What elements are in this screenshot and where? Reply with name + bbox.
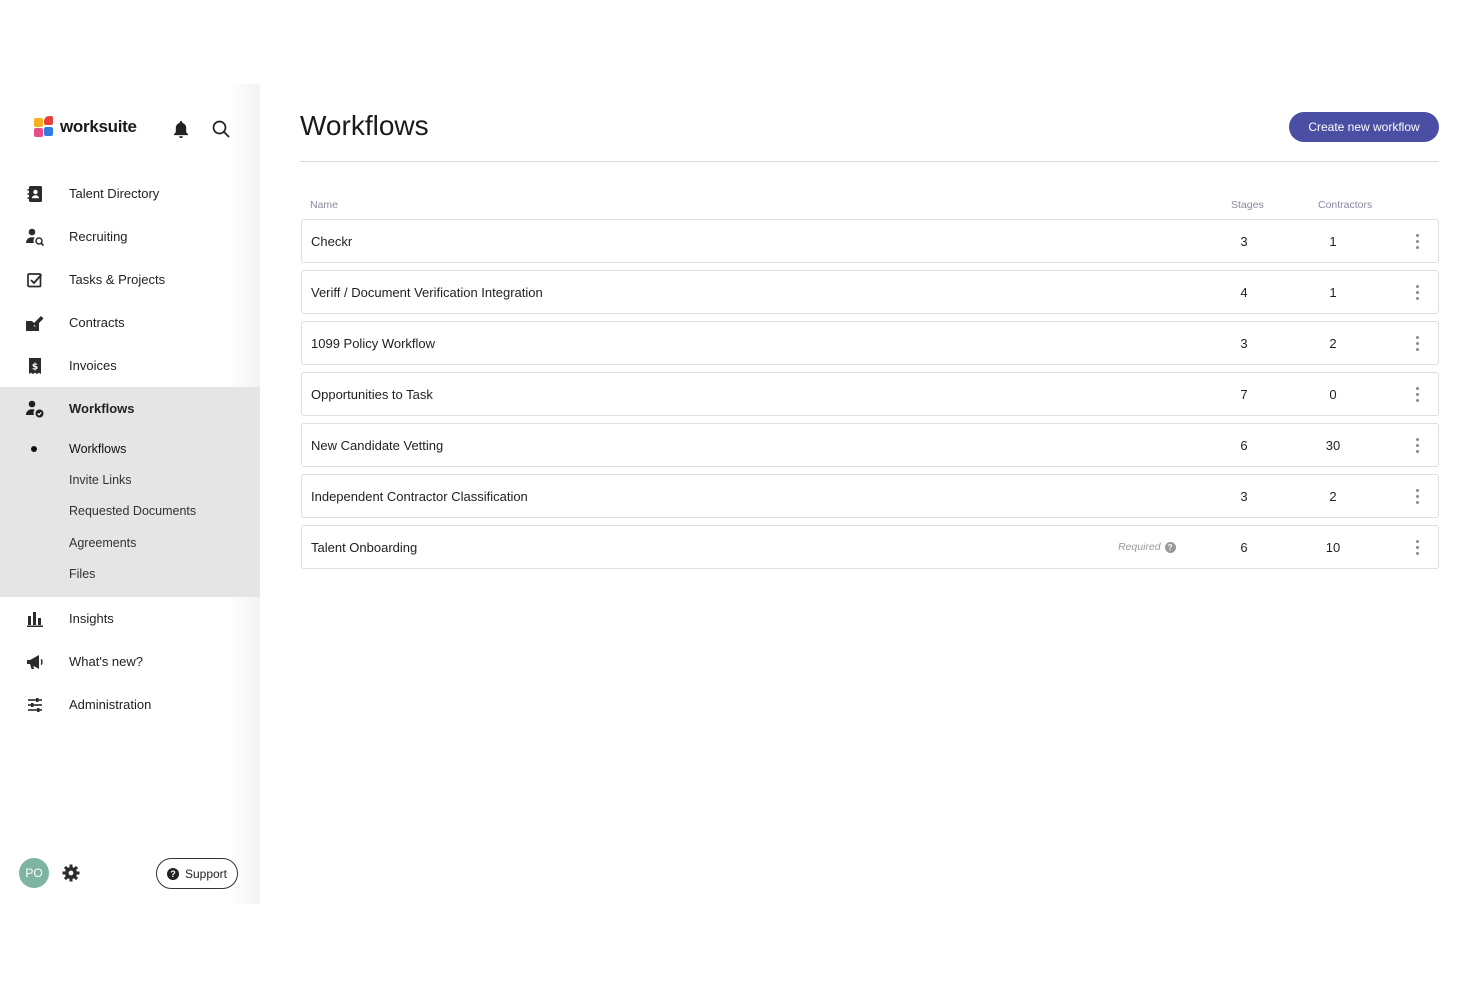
stages-count: 4: [1240, 284, 1248, 300]
dollar-receipt-icon: $: [24, 355, 46, 377]
workflow-table: Checkr 3 1 Veriff / Document Verificatio…: [301, 219, 1439, 576]
column-header-name[interactable]: Name: [310, 199, 338, 211]
page-title: Workflows: [300, 110, 429, 141]
sidebar-item-label: Insights: [69, 611, 114, 627]
bell-icon[interactable]: [170, 118, 192, 140]
contractors-count: 0: [1329, 386, 1337, 402]
signed-contract-icon: [24, 312, 46, 334]
bar-chart-icon: [24, 608, 46, 630]
more-options-icon[interactable]: [1411, 384, 1423, 404]
sidebar-item-insights[interactable]: Insights: [0, 597, 260, 640]
table-row[interactable]: Veriff / Document Verification Integrati…: [301, 270, 1439, 314]
contractors-count: 30: [1325, 437, 1341, 453]
sub-item-label: Workflows: [69, 441, 127, 456]
active-dot-indicator: [31, 445, 37, 452]
help-icon: ?: [166, 867, 179, 880]
workflow-name: Talent Onboarding: [311, 539, 418, 555]
sub-item-agreements[interactable]: Agreements: [0, 527, 260, 558]
sidebar: worksuite Talent Directory Recruiting Ta…: [0, 84, 260, 904]
sidebar-item-label: Tasks & Projects: [69, 272, 166, 287]
workflow-name: Opportunities to Task: [311, 386, 433, 402]
help-icon[interactable]: ?: [1164, 541, 1176, 553]
table-row[interactable]: 1099 Policy Workflow 3 2: [301, 321, 1439, 365]
workflow-name: Veriff / Document Verification Integrati…: [311, 284, 543, 300]
brand-name: worksuite: [60, 117, 137, 136]
sub-item-label: Invite Links: [69, 472, 132, 487]
more-options-icon[interactable]: [1411, 333, 1423, 353]
sub-item-requested-documents[interactable]: Requested Documents: [0, 496, 260, 527]
header-divider: [300, 161, 1439, 162]
search-icon[interactable]: [210, 118, 232, 140]
more-options-icon[interactable]: [1411, 231, 1423, 251]
svg-text:$: $: [32, 362, 38, 372]
sidebar-nav: Talent Directory Recruiting Tasks & Proj…: [0, 172, 260, 726]
sidebar-item-label: Invoices: [69, 358, 117, 373]
table-row[interactable]: Independent Contractor Classification 3 …: [301, 474, 1439, 518]
table-row[interactable]: Talent Onboarding Required ? 6 10: [301, 525, 1439, 569]
workflow-name: New Candidate Vetting: [311, 437, 444, 453]
create-new-workflow-button[interactable]: Create new workflow: [1289, 112, 1439, 142]
sidebar-item-label: Administration: [69, 697, 152, 713]
sidebar-item-talent-directory[interactable]: Talent Directory: [0, 172, 260, 215]
sidebar-item-label: What's new?: [69, 654, 144, 670]
contractors-count: 10: [1325, 539, 1341, 555]
sidebar-item-whats-new[interactable]: What's new?: [0, 640, 260, 683]
table-row[interactable]: Opportunities to Task 7 0: [301, 372, 1439, 416]
workflow-name: Checkr: [311, 233, 353, 249]
person-search-icon: [24, 226, 46, 248]
sidebar-group-workflows: Workflows Workflows Invite Links Request…: [0, 387, 260, 598]
contractors-count: 1: [1329, 284, 1337, 300]
sub-item-label: Agreements: [69, 535, 137, 550]
sidebar-item-administration[interactable]: Administration: [0, 683, 260, 726]
more-options-icon[interactable]: [1411, 537, 1423, 557]
more-options-icon[interactable]: [1411, 486, 1423, 506]
checkbox-icon: [24, 269, 46, 291]
stages-count: 3: [1240, 488, 1248, 504]
worksuite-logo-icon: [34, 116, 54, 138]
stages-count: 3: [1240, 233, 1248, 249]
required-label: Required: [1118, 541, 1161, 553]
sidebar-footer: PO ? Support: [0, 856, 260, 890]
sidebar-item-tasks-projects[interactable]: Tasks & Projects: [0, 258, 260, 301]
stages-count: 7: [1240, 386, 1248, 402]
sidebar-item-label: Contracts: [69, 315, 125, 330]
person-check-icon: [24, 398, 46, 420]
sub-item-invite-links[interactable]: Invite Links: [0, 464, 260, 495]
more-options-icon[interactable]: [1411, 435, 1423, 455]
stages-count: 3: [1240, 335, 1248, 351]
support-button[interactable]: ? Support: [156, 858, 238, 889]
sub-item-label: Files: [69, 566, 96, 581]
table-header: Name Stages Contractors: [300, 199, 1439, 215]
workflow-name: Independent Contractor Classification: [311, 488, 528, 504]
brand-logo[interactable]: worksuite: [34, 116, 137, 138]
sidebar-item-contracts[interactable]: Contracts: [0, 301, 260, 344]
sidebar-item-invoices[interactable]: $ Invoices: [0, 344, 260, 387]
sidebar-item-label: Workflows: [69, 401, 135, 416]
required-badge: Required ?: [1118, 541, 1176, 553]
contact-book-icon: [24, 183, 46, 205]
gear-icon[interactable]: [61, 863, 81, 883]
sliders-icon: [24, 694, 46, 716]
table-row[interactable]: Checkr 3 1: [301, 219, 1439, 263]
table-row[interactable]: New Candidate Vetting 6 30: [301, 423, 1439, 467]
contractors-count: 2: [1329, 335, 1337, 351]
megaphone-icon: [24, 651, 46, 673]
avatar[interactable]: PO: [19, 858, 49, 888]
support-label: Support: [184, 866, 228, 881]
workflow-name: 1099 Policy Workflow: [311, 335, 436, 351]
contractors-count: 1: [1329, 233, 1337, 249]
sidebar-item-recruiting[interactable]: Recruiting: [0, 215, 260, 258]
stages-count: 6: [1240, 437, 1248, 453]
stages-count: 6: [1240, 539, 1248, 555]
sidebar-item-label: Talent Directory: [69, 186, 160, 201]
contractors-count: 2: [1329, 488, 1337, 504]
sub-item-workflows[interactable]: Workflows: [0, 433, 260, 464]
sub-item-files[interactable]: Files: [0, 558, 260, 589]
sidebar-item-label: Recruiting: [69, 229, 128, 244]
sidebar-item-workflows[interactable]: Workflows: [0, 387, 260, 430]
column-header-stages[interactable]: Stages: [1231, 199, 1264, 211]
more-options-icon[interactable]: [1411, 282, 1423, 302]
sub-item-label: Requested Documents: [69, 504, 197, 519]
column-header-contractors[interactable]: Contractors: [1318, 199, 1372, 211]
